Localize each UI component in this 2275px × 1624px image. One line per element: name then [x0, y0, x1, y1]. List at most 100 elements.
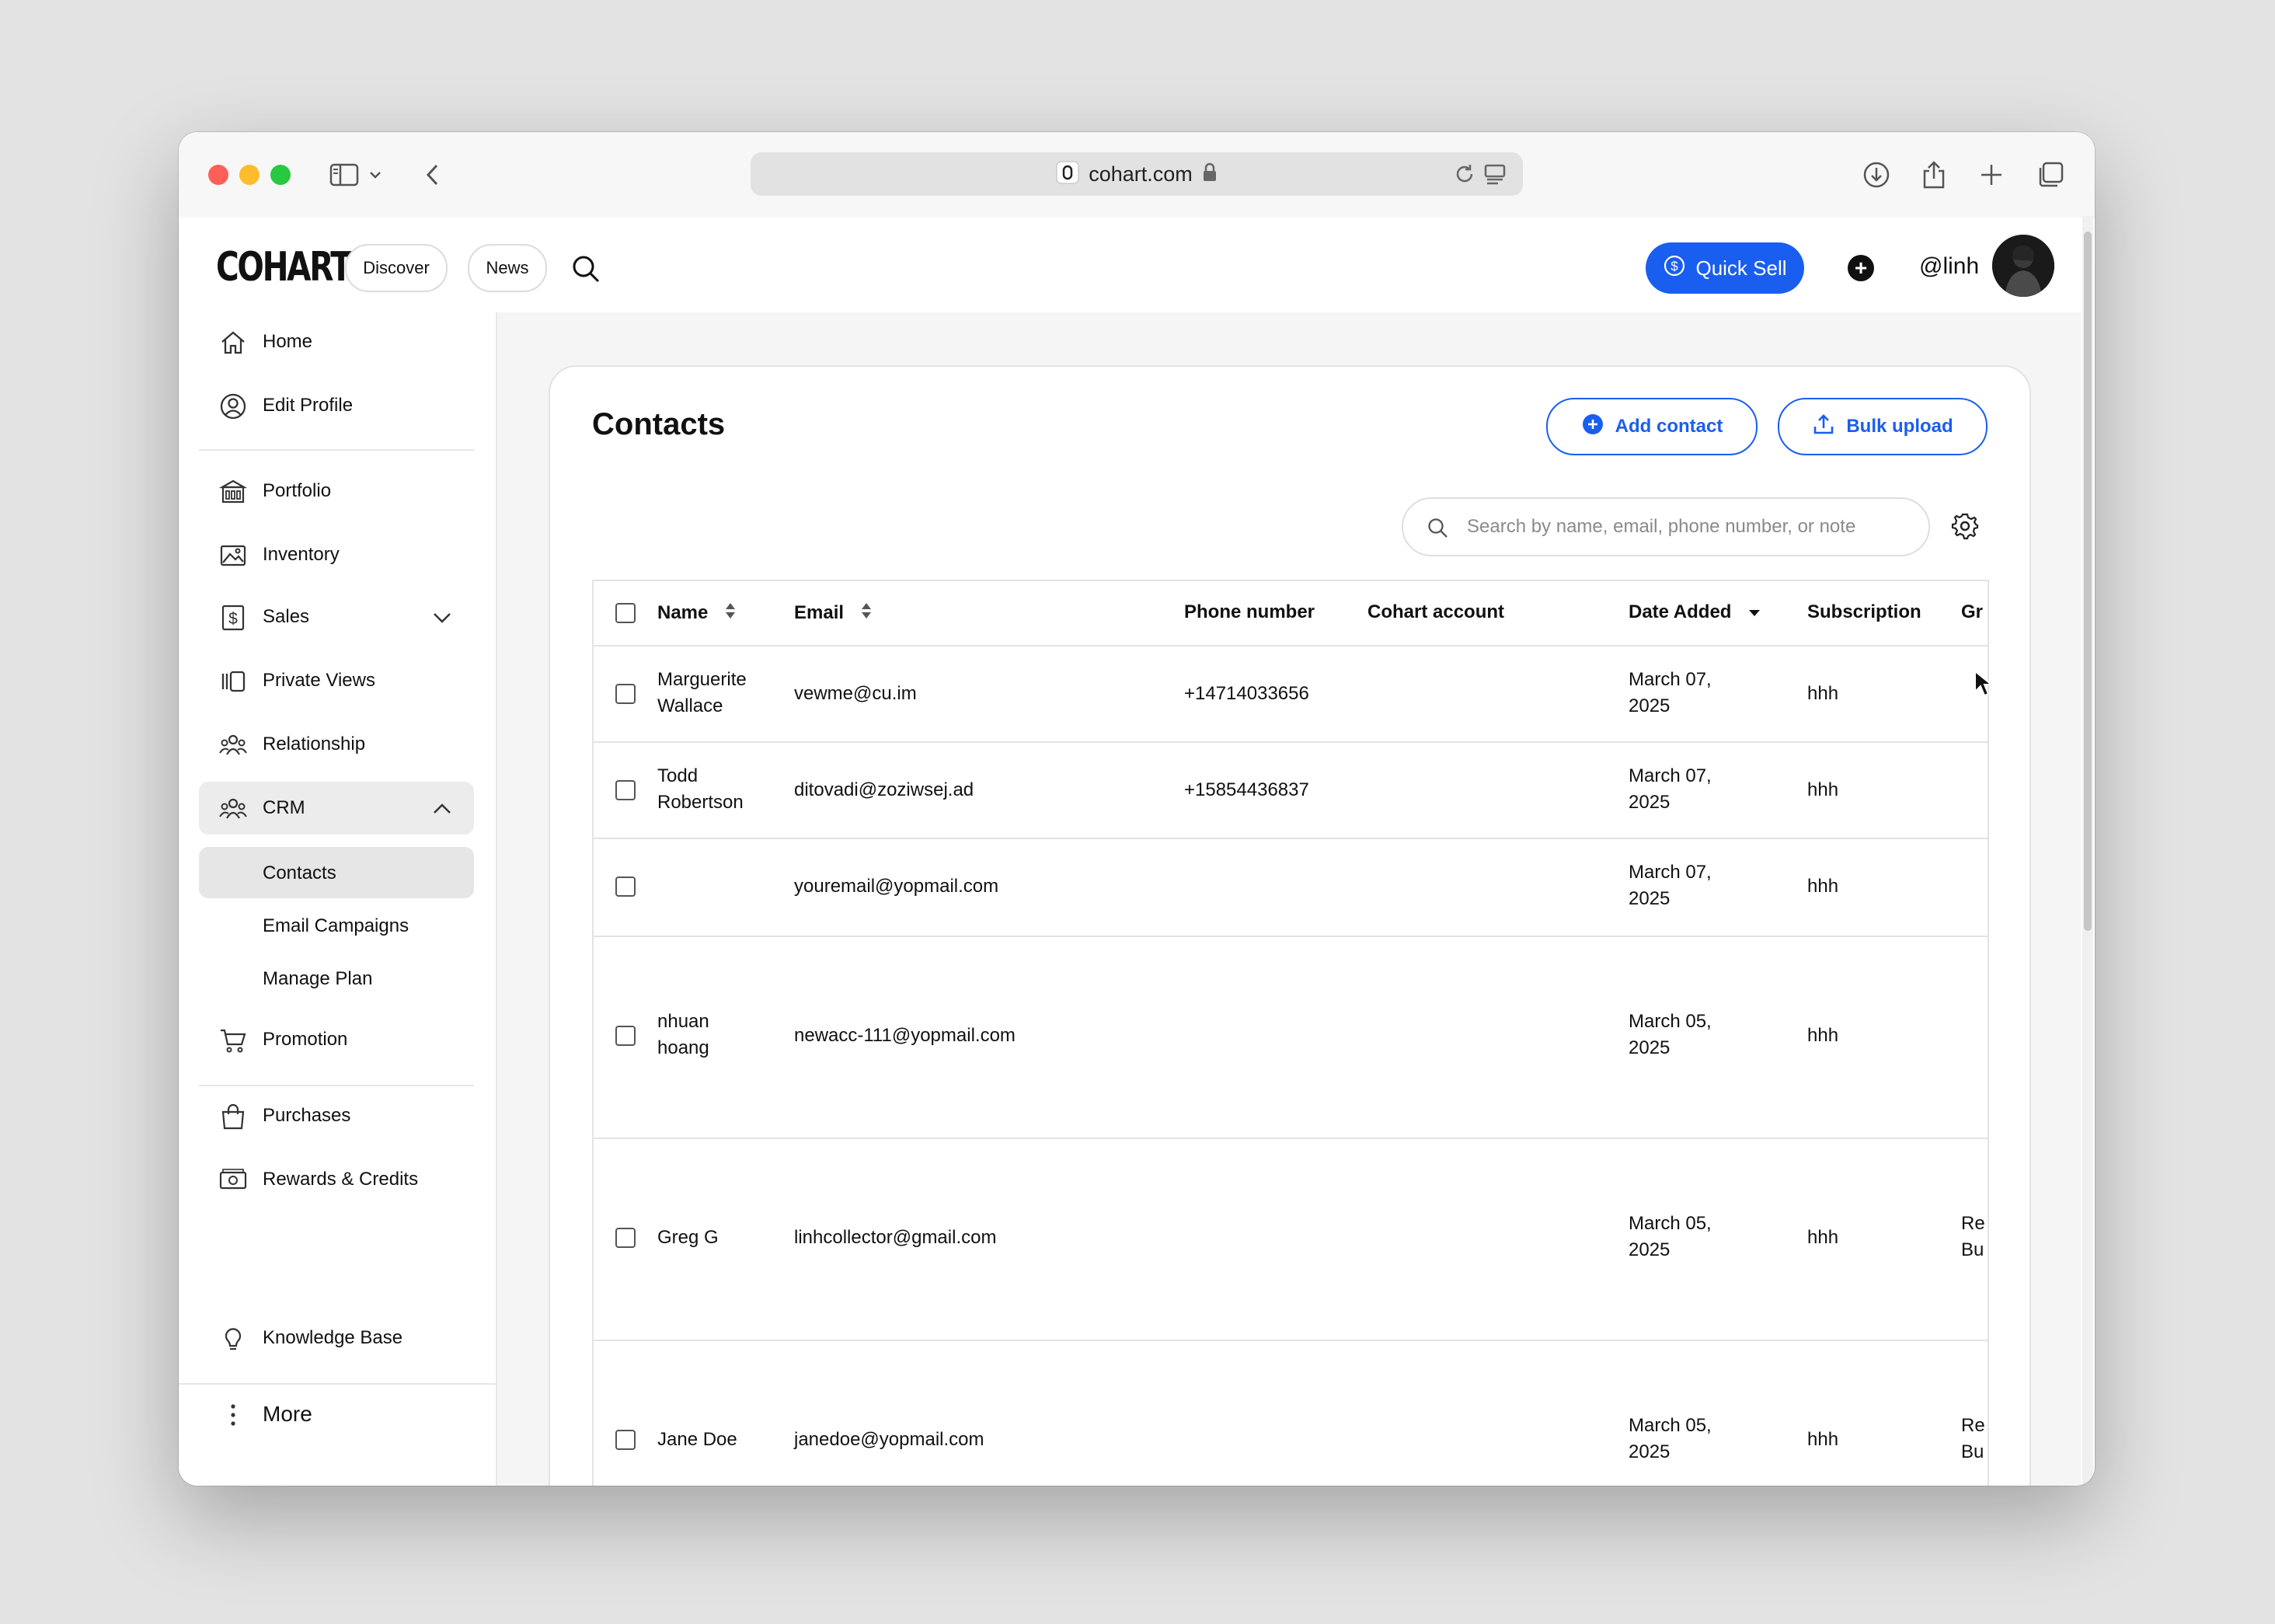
sidebar-item-sales[interactable]: $ Sales: [199, 591, 474, 643]
row-checkbox[interactable]: [615, 1026, 636, 1046]
cell-subscription: hhh: [1807, 1429, 1839, 1450]
column-name[interactable]: Name: [657, 601, 737, 626]
page-scrollbar[interactable]: [2082, 216, 2093, 1486]
sidebar-item-private-views[interactable]: Private Views: [199, 654, 474, 707]
sidebar-subitem-manage-plan[interactable]: Manage Plan: [199, 953, 474, 1004]
sidebar-item-knowledge-base[interactable]: Knowledge Base: [199, 1312, 474, 1364]
reload-icon[interactable]: [1453, 162, 1476, 190]
table-row[interactable]: Todd Robertson ditovadi@zoziwsej.ad +1585…: [594, 743, 1988, 839]
share-icon[interactable]: [1913, 154, 1955, 196]
sidebar-subitem-email-campaigns[interactable]: Email Campaigns: [199, 900, 474, 951]
discover-button[interactable]: Discover: [345, 244, 448, 292]
people-icon: [219, 795, 247, 823]
sidebar-item-inventory[interactable]: Inventory: [199, 528, 474, 581]
row-checkbox[interactable]: [615, 1228, 636, 1248]
sidebar-item-label: Portfolio: [263, 480, 332, 501]
quick-sell-label: Quick Sell: [1695, 256, 1787, 280]
sidebar: Home Edit Profile Portfolio Inventory $ …: [179, 312, 497, 1486]
sidebar-item-crm[interactable]: CRM: [199, 782, 474, 835]
column-cohart-account: Cohart account: [1367, 601, 1505, 622]
create-plus-icon[interactable]: +: [1848, 255, 1874, 281]
row-checkbox[interactable]: [615, 1430, 636, 1450]
scrollbar-thumb[interactable]: [2084, 232, 2092, 931]
group-line: Re: [1961, 1415, 1985, 1436]
date-line: 2025: [1629, 1037, 1671, 1058]
row-checkbox[interactable]: [615, 876, 636, 897]
table-row[interactable]: Marguerite Wallace vewme@cu.im +147140336…: [594, 646, 1988, 743]
reader-icon[interactable]: [1484, 163, 1506, 189]
sidebar-item-more[interactable]: More: [199, 1388, 474, 1441]
sidebar-item-promotion[interactable]: Promotion: [199, 1013, 474, 1066]
quick-sell-button[interactable]: $ Quick Sell: [1646, 242, 1804, 294]
search-icon[interactable]: [570, 253, 601, 288]
row-checkbox[interactable]: [615, 684, 636, 704]
sort-icon[interactable]: [860, 601, 873, 626]
address-bar[interactable]: cohart.com: [751, 152, 1523, 196]
date-line: March 07,: [1629, 669, 1712, 690]
cell-subscription: hhh: [1807, 779, 1839, 800]
name-line: Wallace: [657, 695, 723, 716]
sort-icon[interactable]: [724, 601, 737, 626]
sidebar-item-rewards-credits[interactable]: Rewards & Credits: [199, 1153, 474, 1206]
table-row[interactable]: nhuan hoang newacc-111@yopmail.com March …: [594, 937, 1988, 1139]
table-row[interactable]: youremail@yopmail.com March 07, 2025 hhh: [594, 839, 1988, 937]
sidebar-subitem-contacts[interactable]: Contacts: [199, 847, 474, 898]
bulb-icon: [219, 1325, 247, 1353]
cohart-logo[interactable]: COHART: [216, 244, 352, 291]
bag-icon: [219, 1103, 247, 1131]
sidebar-item-label: Edit Profile: [263, 395, 354, 416]
select-all-checkbox[interactable]: [615, 603, 636, 623]
name-line: Marguerite: [657, 669, 747, 690]
sidebar-item-portfolio[interactable]: Portfolio: [199, 465, 474, 518]
zoom-window-button[interactable]: [270, 165, 291, 185]
table-header: Name Email Phone number Cohart account D…: [594, 581, 1988, 646]
cell-email: linhcollector@gmail.com: [794, 1227, 997, 1248]
bulk-upload-button[interactable]: Bulk upload: [1778, 398, 1988, 455]
download-icon[interactable]: [1855, 154, 1897, 196]
dollar-icon: $: [219, 604, 247, 632]
column-email[interactable]: Email: [794, 601, 873, 626]
add-contact-label: Add contact: [1615, 416, 1723, 437]
username[interactable]: @linh: [1919, 253, 1979, 280]
close-window-button[interactable]: [208, 165, 228, 185]
cell-email: ditovadi@zoziwsej.ad: [794, 779, 974, 800]
date-line: March 07,: [1629, 862, 1712, 883]
site-favicon-icon: [1056, 161, 1079, 188]
sidebar-item-relationship[interactable]: Relationship: [199, 718, 474, 771]
news-button[interactable]: News: [468, 244, 547, 292]
minimize-window-button[interactable]: [239, 165, 260, 185]
chevron-down-icon[interactable]: [364, 154, 387, 196]
chevron-up-icon[interactable]: [432, 799, 452, 819]
column-phone-number: Phone number: [1184, 601, 1315, 622]
table-row[interactable]: Greg G linhcollector@gmail.com March 05,…: [594, 1139, 1988, 1341]
tabs-overview-icon[interactable]: [2029, 154, 2071, 196]
search-input[interactable]: [1465, 511, 1904, 542]
contacts-card: Contacts Add contact Bulk upload Search …: [549, 365, 2031, 1486]
sort-descending-icon[interactable]: [1747, 602, 1761, 624]
contacts-search[interactable]: [1402, 497, 1930, 556]
cell-subscription: hhh: [1807, 1227, 1839, 1248]
back-arrow-icon[interactable]: [412, 154, 454, 196]
sidebar-item-edit-profile[interactable]: Edit Profile: [199, 379, 474, 432]
avatar[interactable]: [1992, 235, 2054, 297]
add-contact-button[interactable]: Add contact: [1546, 398, 1758, 455]
new-tab-plus-icon[interactable]: [1970, 154, 2012, 196]
svg-text:$: $: [1671, 259, 1679, 274]
gear-icon[interactable]: [1950, 511, 1980, 541]
views-icon: [219, 667, 247, 695]
date-line: 2025: [1629, 695, 1671, 716]
sidebar-item-home[interactable]: Home: [199, 315, 474, 368]
sidebar-toggle-icon[interactable]: [323, 154, 365, 196]
bulk-upload-label: Bulk upload: [1846, 416, 1953, 437]
main-content: Contacts Add contact Bulk upload Search …: [497, 312, 2081, 1486]
cell-subscription: hhh: [1807, 876, 1839, 897]
column-date-added[interactable]: Date Added: [1629, 601, 1761, 624]
cell-date: March 05, 2025: [1629, 1413, 1712, 1465]
table-row[interactable]: Jane Doe janedoe@yopmail.com March 05, 20…: [594, 1341, 1988, 1486]
sidebar-item-purchases[interactable]: Purchases: [199, 1089, 474, 1142]
row-checkbox[interactable]: [615, 780, 636, 800]
cell-name: Jane Doe: [657, 1429, 737, 1450]
chevron-down-icon[interactable]: [432, 608, 452, 628]
date-line: March 05,: [1629, 1011, 1712, 1032]
sidebar-item-label: Home: [263, 331, 313, 352]
